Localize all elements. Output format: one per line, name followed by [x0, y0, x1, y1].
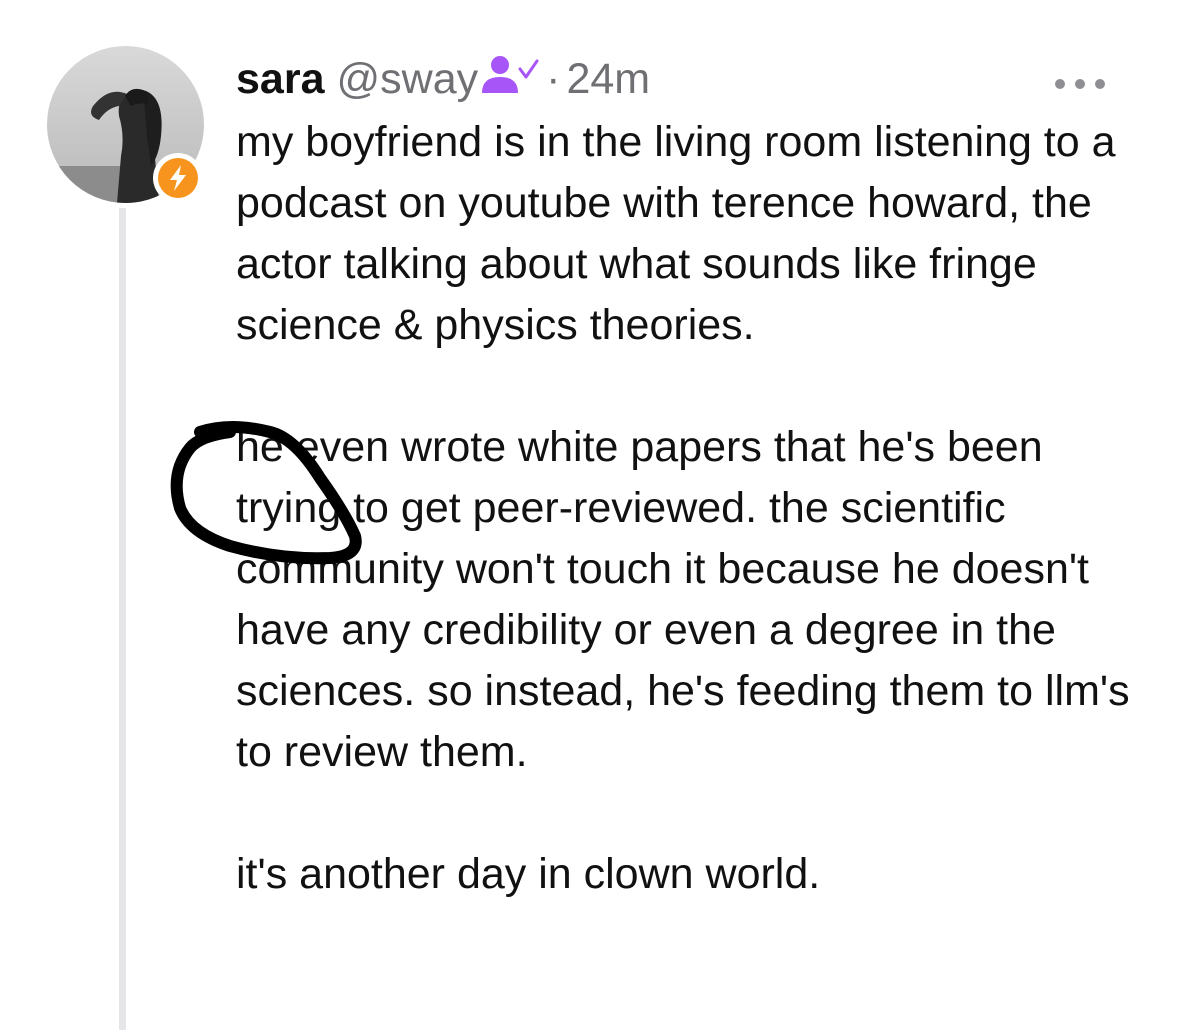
- user-check-icon: [480, 53, 540, 102]
- post-text: my boyfriend is in the living room liste…: [236, 112, 1156, 905]
- thread-line: [119, 208, 126, 1030]
- lightning-bolt-icon: [153, 153, 203, 203]
- ellipsis-icon[interactable]: [1052, 74, 1108, 94]
- post-paragraph: my boyfriend is in the living room liste…: [236, 118, 1116, 349]
- user-handle[interactable]: @sway: [336, 55, 478, 104]
- post-header: sara @sway · 24m: [236, 54, 650, 104]
- timestamp[interactable]: 24m: [566, 55, 650, 104]
- post-paragraph: he even wrote white papers that he's bee…: [236, 423, 1130, 776]
- separator-dot: ·: [546, 54, 561, 103]
- display-name[interactable]: sara: [236, 55, 324, 104]
- post-paragraph: it's another day in clown world.: [236, 850, 821, 898]
